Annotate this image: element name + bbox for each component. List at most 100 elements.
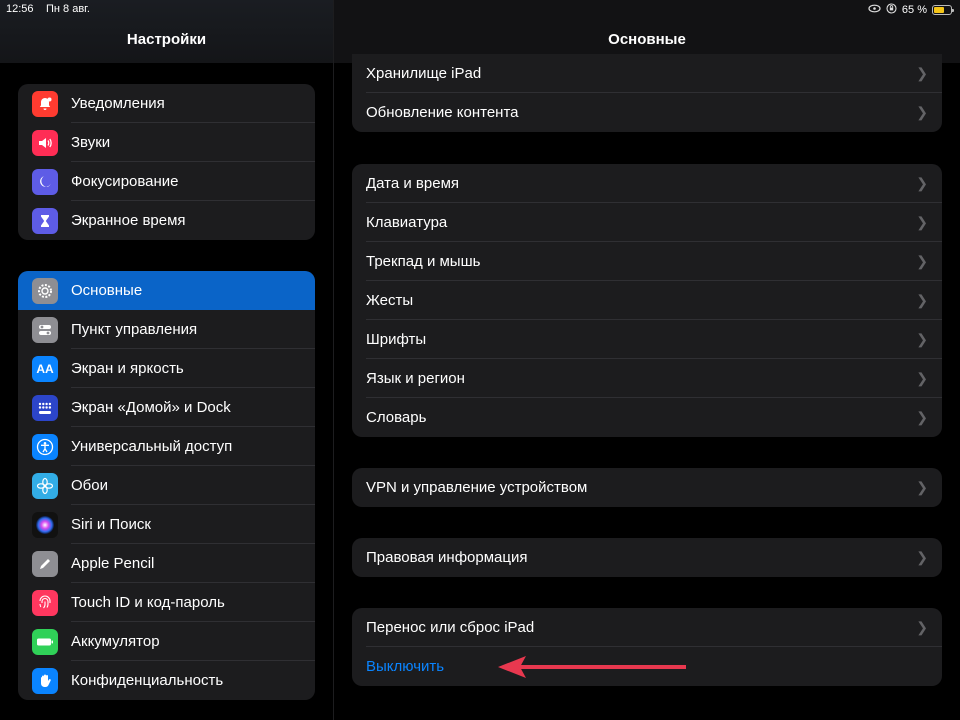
row-legal[interactable]: Правовая информация ❯ — [352, 538, 942, 577]
sidebar-item-privacy[interactable]: Конфиденциальность — [18, 661, 315, 700]
battery-percentage: 65 % — [901, 4, 927, 16]
sidebar-group-2: Основные Пункт управления AA Экран и ярк… — [18, 271, 315, 700]
detail-group-settings: Дата и время ❯ Клавиатура ❯ Трекпад и мы… — [352, 164, 942, 437]
battery-icon — [32, 628, 58, 655]
row-label: Правовая информация — [366, 549, 528, 566]
battery-indicator-icon — [932, 5, 954, 15]
row-label: Дата и время — [366, 175, 460, 192]
sidebar-title: Настройки — [126, 31, 207, 48]
sidebar-item-label: Аккумулятор — [71, 633, 160, 650]
sidebar-item-label: Экранное время — [71, 212, 186, 229]
sidebar-item-siri[interactable]: Siri и Поиск — [18, 505, 315, 544]
row-label: Жесты — [366, 292, 414, 309]
chevron-right-icon: ❯ — [916, 214, 928, 230]
chevron-right-icon: ❯ — [916, 253, 928, 269]
row-label: Словарь — [366, 409, 427, 426]
row-label: Шрифты — [366, 331, 427, 348]
link-icon — [868, 4, 881, 16]
row-label: Перенос или сброс iPad — [366, 619, 535, 636]
sidebar-item-label: Универсальный доступ — [71, 438, 233, 455]
home-grid-icon — [32, 394, 58, 421]
sidebar-item-general[interactable]: Основные — [18, 271, 315, 310]
chevron-right-icon: ❯ — [916, 409, 928, 425]
fingerprint-icon — [32, 589, 58, 616]
row-background-refresh[interactable]: Обновление контента ❯ — [352, 93, 942, 132]
row-label: Обновление контента — [366, 104, 519, 121]
row-ipad-storage[interactable]: Хранилище iPad ❯ — [352, 54, 942, 93]
detail-group-storage: Хранилище iPad ❯ Обновление контента ❯ — [352, 54, 942, 132]
settings-sidebar: Настройки Уведомления Звуки Фокусировани… — [0, 0, 333, 720]
row-vpn-device-management[interactable]: VPN и управление устройством ❯ — [352, 468, 942, 507]
moon-icon — [32, 168, 58, 195]
row-fonts[interactable]: Шрифты ❯ — [352, 320, 942, 359]
row-transfer-reset[interactable]: Перенос или сброс iPad ❯ — [352, 608, 942, 647]
sidebar-item-display[interactable]: AA Экран и яркость — [18, 349, 315, 388]
detail-title: Основные — [608, 31, 686, 48]
siri-icon — [32, 511, 58, 538]
toggles-icon — [32, 316, 58, 343]
chevron-right-icon: ❯ — [916, 65, 928, 81]
sidebar-item-apple-pencil[interactable]: Apple Pencil — [18, 544, 315, 583]
sidebar-item-label: Уведомления — [71, 95, 165, 112]
sidebar-item-label: Touch ID и код-пароль — [71, 594, 225, 611]
row-gestures[interactable]: Жесты ❯ — [352, 281, 942, 320]
annotation-arrow-icon — [498, 656, 686, 678]
hourglass-icon — [32, 207, 58, 234]
row-label: Клавиатура — [366, 214, 448, 231]
sidebar-item-home-screen[interactable]: Экран «Домой» и Dock — [18, 388, 315, 427]
sidebar-item-label: Основные — [71, 282, 143, 299]
row-label: Хранилище iPad — [366, 65, 482, 82]
sidebar-item-label: Звуки — [71, 134, 111, 151]
row-date-time[interactable]: Дата и время ❯ — [352, 164, 942, 203]
chevron-right-icon: ❯ — [916, 619, 928, 635]
detail-group-legal: Правовая информация ❯ — [352, 538, 942, 577]
sidebar-item-control-center[interactable]: Пункт управления — [18, 310, 315, 349]
sidebar-item-touch-id[interactable]: Touch ID и код-пароль — [18, 583, 315, 622]
chevron-right-icon: ❯ — [916, 479, 928, 495]
sidebar-item-sounds[interactable]: Звуки — [18, 123, 315, 162]
row-label: VPN и управление устройством — [366, 479, 588, 496]
row-trackpad-mouse[interactable]: Трекпад и мышь ❯ — [352, 242, 942, 281]
chevron-right-icon: ❯ — [916, 549, 928, 565]
gear-icon — [32, 277, 58, 304]
orientation-lock-icon — [886, 3, 897, 17]
speaker-icon — [32, 129, 58, 156]
row-label: Язык и регион — [366, 370, 465, 387]
sidebar-item-notifications[interactable]: Уведомления — [18, 84, 315, 123]
chevron-right-icon: ❯ — [916, 370, 928, 386]
chevron-right-icon: ❯ — [916, 104, 928, 120]
sidebar-item-label: Siri и Поиск — [71, 516, 151, 533]
row-dictionary[interactable]: Словарь ❯ — [352, 398, 942, 437]
sidebar-item-label: Конфиденциальность — [71, 672, 224, 689]
sidebar-item-label: Пункт управления — [71, 321, 198, 338]
status-bar: 12:56 Пн 8 авг. 65 % — [0, 0, 960, 20]
shutdown-label: Выключить — [366, 658, 445, 675]
chevron-right-icon: ❯ — [916, 331, 928, 347]
bell-icon — [32, 90, 58, 117]
status-right: 65 % — [868, 3, 954, 17]
row-language-region[interactable]: Язык и регион ❯ — [352, 359, 942, 398]
row-label: Трекпад и мышь — [366, 253, 481, 270]
status-time: 12:56 — [6, 3, 34, 15]
sidebar-item-label: Экран и яркость — [71, 360, 184, 377]
sidebar-item-battery[interactable]: Аккумулятор — [18, 622, 315, 661]
detail-group-vpn: VPN и управление устройством ❯ — [352, 468, 942, 507]
text-size-icon: AA — [32, 355, 58, 382]
chevron-right-icon: ❯ — [916, 292, 928, 308]
sidebar-item-label: Apple Pencil — [71, 555, 155, 572]
row-keyboard[interactable]: Клавиатура ❯ — [352, 203, 942, 242]
sidebar-item-label: Обои — [71, 477, 108, 494]
sidebar-item-focus[interactable]: Фокусирование — [18, 162, 315, 201]
sidebar-item-label: Экран «Домой» и Dock — [71, 399, 231, 416]
accessibility-icon — [32, 433, 58, 460]
sidebar-item-accessibility[interactable]: Универсальный доступ — [18, 427, 315, 466]
flower-icon — [32, 472, 58, 499]
status-date: Пн 8 авг. — [46, 3, 90, 15]
pane-divider — [333, 0, 334, 720]
sidebar-item-label: Фокусирование — [71, 173, 179, 190]
sidebar-item-wallpaper[interactable]: Обои — [18, 466, 315, 505]
sidebar-item-screen-time[interactable]: Экранное время — [18, 201, 315, 240]
sidebar-group-1: Уведомления Звуки Фокусирование Экранное… — [18, 84, 315, 240]
chevron-right-icon: ❯ — [916, 175, 928, 191]
pencil-icon — [32, 550, 58, 577]
